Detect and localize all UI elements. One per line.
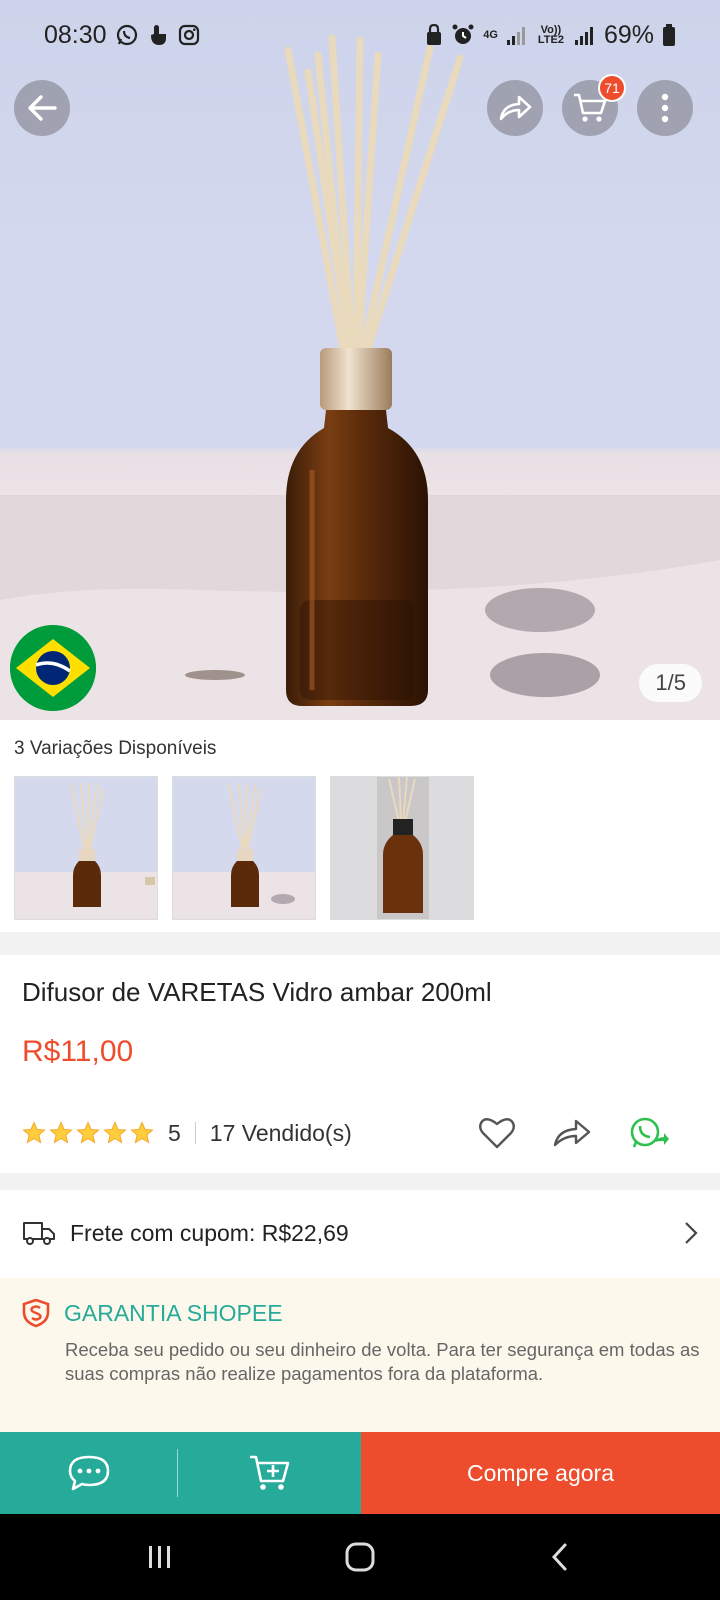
- shopee-guarantee[interactable]: GARANTIA SHOPEE Receba seu pedido ou seu…: [0, 1278, 720, 1432]
- product-title: Difusor de VARETAS Vidro ambar 200ml: [22, 977, 492, 1007]
- guarantee-text: Receba seu pedido ou seu dinheiro de vol…: [65, 1339, 700, 1384]
- star-icon: [103, 1121, 127, 1144]
- touch-icon: [147, 23, 169, 47]
- variations-section: 3 Variações Disponíveis: [0, 720, 720, 932]
- status-bar: 08:30 4G Vo)) LTE2 69%: [0, 0, 720, 70]
- section-divider: [0, 1173, 720, 1190]
- variations-label: 3 Variações Disponíveis: [14, 738, 217, 759]
- star-icon: [22, 1121, 46, 1144]
- home-button[interactable]: [330, 1527, 390, 1587]
- network-4g: 4G: [483, 29, 498, 41]
- heart-icon[interactable]: [478, 1116, 516, 1150]
- section-divider: [0, 932, 720, 955]
- more-vertical-icon: [661, 93, 669, 123]
- lock-icon: [425, 23, 443, 47]
- chevron-right-icon: [685, 1222, 698, 1244]
- cart-button[interactable]: 71: [562, 74, 626, 136]
- chat-button[interactable]: [0, 1432, 177, 1514]
- back-button[interactable]: [14, 80, 70, 136]
- chat-icon: [68, 1455, 109, 1491]
- back-nav-icon: [551, 1543, 567, 1571]
- star-icon: [76, 1121, 100, 1144]
- share-icon: [499, 95, 532, 121]
- shield-icon: [22, 1298, 50, 1328]
- rating-stars: [22, 1121, 154, 1145]
- add-to-cart-button[interactable]: [178, 1432, 361, 1514]
- star-icon: [130, 1121, 154, 1144]
- shipping-row[interactable]: Frete com cupom: R$22,69: [0, 1190, 720, 1276]
- star-icon: [49, 1121, 73, 1144]
- home-icon: [345, 1542, 375, 1572]
- recent-apps-button[interactable]: [130, 1527, 190, 1587]
- share-icon[interactable]: [552, 1116, 592, 1150]
- battery-icon: [662, 23, 676, 47]
- signal-icon-2: [574, 24, 596, 46]
- whatsapp-share-icon[interactable]: [628, 1115, 670, 1151]
- product-info-section: Difusor de VARETAS Vidro ambar 200ml R$1…: [0, 955, 720, 1173]
- divider: [194, 1122, 196, 1144]
- product-price: R$11,00: [22, 1035, 134, 1068]
- recent-apps-icon: [149, 1546, 170, 1568]
- alarm-icon: [451, 23, 475, 47]
- share-button[interactable]: [487, 80, 543, 136]
- signal-icon: [506, 24, 528, 46]
- back-nav-button[interactable]: [530, 1527, 590, 1587]
- variation-thumbnail-3[interactable]: [330, 776, 474, 920]
- whatsapp-icon: [115, 23, 139, 47]
- variation-thumbnail-1[interactable]: [14, 776, 158, 920]
- truck-icon: [23, 1222, 55, 1245]
- guarantee-title: GARANTIA SHOPEE: [64, 1299, 283, 1326]
- rating-value: 5: [168, 1119, 181, 1146]
- cart-count-badge: 71: [598, 74, 626, 102]
- arrow-left-icon: [28, 95, 57, 121]
- shipping-text: Frete com cupom: R$22,69: [70, 1219, 349, 1246]
- buy-now-button[interactable]: Compre agora: [361, 1432, 720, 1514]
- bottom-action-bar: Compre agora: [0, 1432, 720, 1514]
- add-to-cart-icon: [249, 1455, 289, 1490]
- image-counter: 1/5: [639, 664, 702, 702]
- variation-thumbnail-2[interactable]: [172, 776, 316, 920]
- system-nav-bar: [0, 1514, 720, 1600]
- product-image-gallery[interactable]: 08:30 4G Vo)) LTE2 69% 71 1/5: [0, 0, 720, 720]
- more-button[interactable]: [637, 80, 693, 136]
- network-volte: Vo)) LTE2: [537, 24, 564, 46]
- battery-percent: 69%: [603, 20, 654, 49]
- clock: 08:30: [44, 20, 107, 49]
- brazil-flag: [10, 625, 96, 711]
- sold-count: 17 Vendido(s): [209, 1119, 352, 1146]
- instagram-icon: [177, 23, 201, 47]
